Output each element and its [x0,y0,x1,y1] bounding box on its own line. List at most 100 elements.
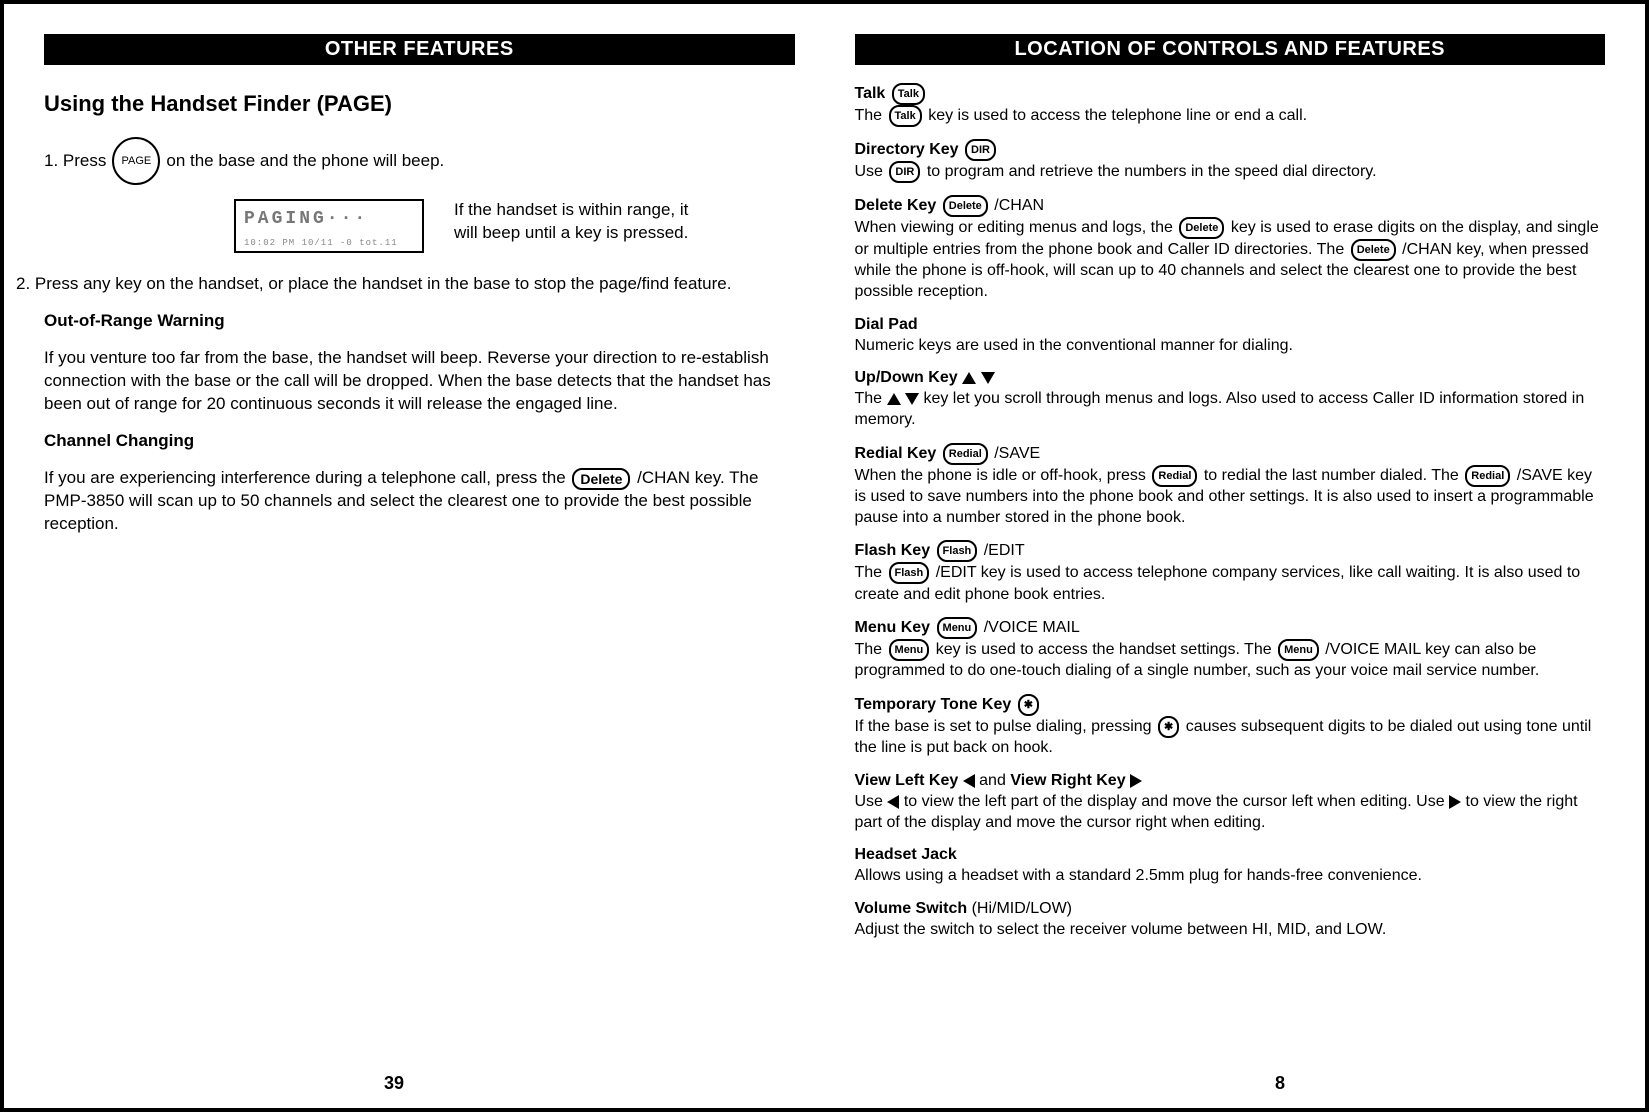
menu-key-inline2: Menu [1278,639,1319,661]
right-arrow-icon [1130,774,1142,788]
tone-title: Temporary Tone Key [855,696,1012,713]
lcd-line2: 10:02 PM 10/11 -0 tot.11 [244,237,414,249]
step1-prefix: 1. Press [44,150,106,173]
talk-post: key is used to access the telephone line… [928,107,1307,124]
right-page: LOCATION OF CONTROLS AND FEATURES Talk T… [855,34,1606,1088]
del-key-inline2: Delete [1351,239,1396,261]
right-arrow-icon-inline [1449,795,1461,809]
volume-title: Volume Switch [855,900,968,917]
dir-key-inline: DIR [889,161,920,183]
lcd-line1: PAGING··· [244,207,414,231]
handset-finder-heading: Using the Handset Finder (PAGE) [44,91,795,117]
channel-changing-heading: Channel Changing [44,430,795,453]
updown-pre: The [855,390,883,407]
lcd-illustration-row: PAGING··· 10:02 PM 10/11 -0 tot.11 If th… [194,199,795,253]
menu-suffix: /VOICE MAIL [984,620,1080,637]
step-1: 1. Press PAGE on the base and the phone … [44,137,795,185]
star-key: ✱ [1018,694,1039,716]
out-of-range-heading: Out-of-Range Warning [44,310,795,333]
lcd-screen: PAGING··· 10:02 PM 10/11 -0 tot.11 [234,199,424,253]
headset-title: Headset Jack [855,846,957,863]
redial-key-inline1: Redial [1152,465,1197,487]
left-page-number: 39 [384,1073,404,1094]
del-b1-pre: When viewing or editing menus and logs, … [855,219,1173,236]
volume-body: Adjust the switch to select the receiver… [855,921,1387,938]
right-page-number: 8 [1275,1073,1285,1094]
headset-entry: Headset Jack Allows using a headset with… [855,845,1606,887]
redial-title: Redial Key [855,445,937,462]
left-body: 1. Press PAGE on the base and the phone … [44,137,795,550]
menu-title: Menu Key [855,620,931,637]
flash-entry: Flash Key Flash /EDIT The Flash /EDIT ke… [855,540,1606,605]
manual-spread: OTHER FEATURES Using the Handset Finder … [0,0,1649,1112]
view-right-title: View Right Key [1010,772,1125,789]
tone-entry: Temporary Tone Key ✱ If the base is set … [855,694,1606,759]
down-arrow-icon [981,372,995,384]
dir-pre: Use [855,163,883,180]
headset-body: Allows using a headset with a standard 2… [855,867,1422,884]
updown-post: key let you scroll through menus and log… [855,390,1585,428]
talk-entry: Talk Talk The Talk key is used to access… [855,83,1606,127]
redial-suffix: /SAVE [994,445,1040,462]
menu-entry: Menu Key Menu /VOICE MAIL The Menu key i… [855,617,1606,682]
delete-entry: Delete Key Delete /CHAN When viewing or … [855,195,1606,303]
view-mid: to view the left part of the display and… [904,793,1445,810]
view-and: and [979,772,1006,789]
flash-pre: The [855,565,883,582]
flash-title: Flash Key [855,543,931,560]
out-of-range-body: If you venture too far from the base, th… [44,347,795,416]
flash-post: /EDIT key is used to access telephone co… [855,565,1581,603]
redial-entry: Redial Key Redial /SAVE When the phone i… [855,443,1606,529]
del-key-inline1: Delete [1179,217,1224,239]
left-arrow-icon-inline [887,795,899,809]
directory-entry: Directory Key DIR Use DIR to program and… [855,139,1606,183]
left-banner: OTHER FEATURES [44,34,795,65]
volume-suffix: (Hi/MID/LOW) [972,900,1072,917]
dir-post: to program and retrieve the numbers in t… [927,163,1377,180]
flash-key: Flash [937,540,978,562]
redial-b1-pre: When the phone is idle or off-hook, pres… [855,467,1146,484]
left-page: OTHER FEATURES Using the Handset Finder … [44,34,795,1088]
view-pre: Use [855,793,883,810]
del-key: Delete [943,195,988,217]
view-left-title: View Left Key [855,772,959,789]
talk-title: Talk [855,85,886,102]
dialpad-entry: Dial Pad Numeric keys are used in the co… [855,315,1606,357]
step-2: 2. Press any key on the handset, or plac… [44,273,795,296]
left-arrow-icon [963,774,975,788]
volume-entry: Volume Switch (Hi/MID/LOW) Adjust the sw… [855,899,1606,941]
del-suffix: /CHAN [994,197,1044,214]
updown-title: Up/Down Key [855,369,958,386]
dir-key: DIR [965,139,996,161]
cc-pre: If you are experiencing interference dur… [44,468,566,487]
up-arrow-icon [962,372,976,384]
updown-entry: Up/Down Key The key let you scroll throu… [855,368,1606,430]
star-key-inline: ✱ [1158,716,1179,738]
lcd-caption: If the handset is within range, it will … [454,199,694,245]
redial-key-inline2: Redial [1465,465,1510,487]
redial-b1-post: to redial the last number dialed. The [1204,467,1459,484]
menu-mid: key is used to access the handset settin… [936,642,1272,659]
dir-title: Directory Key [855,141,959,158]
page-key-icon: PAGE [112,137,160,185]
talk-key-inline: Talk [889,105,922,127]
down-arrow-icon-inline [905,393,919,405]
right-banner: LOCATION OF CONTROLS AND FEATURES [855,34,1606,65]
up-arrow-icon-inline [887,393,901,405]
dial-body: Numeric keys are used in the conventiona… [855,337,1293,354]
dial-title: Dial Pad [855,316,918,333]
del-title: Delete Key [855,197,937,214]
channel-changing-body: If you are experiencing interference dur… [44,467,795,536]
menu-key-inline1: Menu [889,639,930,661]
redial-key: Redial [943,443,988,465]
talk-key: Talk [892,83,925,105]
step1-suffix: on the base and the phone will beep. [166,150,444,173]
view-entry: View Left Key and View Right Key Use to … [855,771,1606,833]
talk-pre: The [855,107,883,124]
tone-pre: If the base is set to pulse dialing, pre… [855,718,1152,735]
menu-pre: The [855,642,883,659]
delete-key-label: Delete [572,468,630,490]
menu-key: Menu [937,617,978,639]
flash-suffix: /EDIT [984,543,1025,560]
flash-key-inline: Flash [889,562,930,584]
